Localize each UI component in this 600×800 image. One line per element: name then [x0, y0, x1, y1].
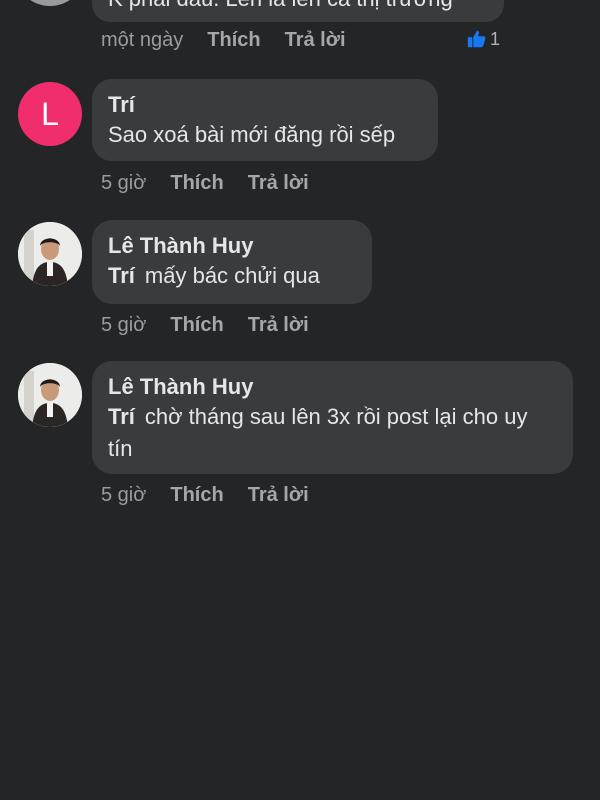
mention-tag[interactable]: Trí [108, 404, 135, 429]
avatar[interactable] [18, 363, 82, 427]
reply-button[interactable]: Trả lời [248, 484, 309, 507]
comment-time: 5 giờ [101, 483, 147, 506]
comment-time: 5 giờ [101, 313, 147, 336]
avatar[interactable] [18, 222, 82, 286]
thumbs-up-icon [467, 30, 486, 48]
comment-actions: 5 giờ Thích Trả lời [101, 311, 333, 339]
comments-screen: K phải đâu. Lên là lên cả thị trường một… [0, 0, 600, 800]
comment-time: 5 giờ [101, 171, 147, 194]
reaction-number: 1 [490, 28, 501, 49]
comment-text: Sao xoá bài mới đăng rồi sếp [108, 122, 396, 147]
profile-photo-icon [18, 222, 82, 286]
reaction-count[interactable]: 1 [466, 28, 500, 50]
comment-time: một ngày [101, 28, 184, 51]
comment-bubble[interactable]: Lê Thành Huy Trí mấy bác chửi qua [92, 220, 372, 304]
comment-actions: một ngày Thích Trả lời [101, 26, 370, 54]
comment-actions: 5 giờ Thích Trả lời [101, 481, 333, 509]
like-button[interactable]: Thích [170, 314, 223, 337]
avatar-letter: L [41, 95, 59, 132]
comment-author[interactable]: Lê Thành Huy [108, 373, 557, 401]
profile-photo-icon [18, 363, 82, 427]
avatar[interactable]: L [18, 82, 82, 146]
comment-bubble[interactable]: Lê Thành Huy Trí chờ tháng sau lên 3x rồi… [92, 361, 573, 474]
like-button[interactable]: Thích [207, 29, 260, 52]
avatar[interactable] [18, 0, 82, 6]
comment-author[interactable]: Trí [108, 91, 422, 119]
like-button[interactable]: Thích [170, 172, 223, 195]
comment-text: mấy bác chửi qua [144, 263, 320, 288]
reply-button[interactable]: Trả lời [285, 29, 346, 52]
reply-button[interactable]: Trả lời [248, 172, 309, 195]
comment-actions: 5 giờ Thích Trả lời [101, 169, 333, 197]
comment-author[interactable]: Lê Thành Huy [108, 232, 356, 260]
reply-button[interactable]: Trả lời [248, 314, 309, 337]
comment-text: chờ tháng sau lên 3x rồi post lại cho uy… [108, 404, 528, 461]
comment-bubble[interactable]: Trí Sao xoá bài mới đăng rồi sếp [92, 79, 438, 161]
comment-text: K phải đâu. Lên là lên cả thị trường [108, 0, 453, 12]
like-button[interactable]: Thích [170, 484, 223, 507]
mention-tag[interactable]: Trí [108, 263, 135, 288]
